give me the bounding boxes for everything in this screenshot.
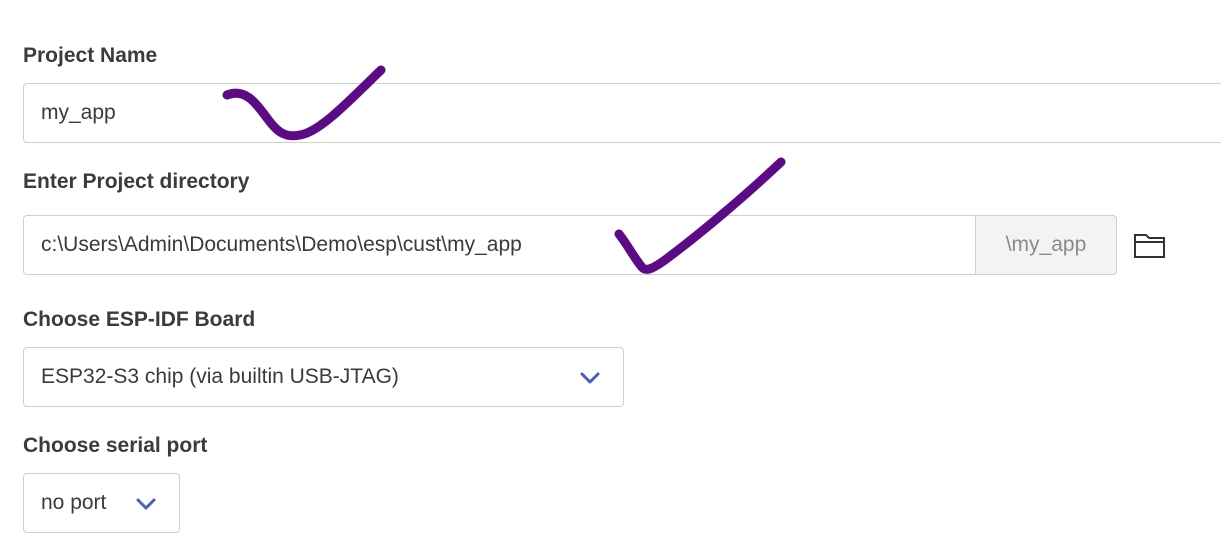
chevron-down-icon bbox=[136, 494, 156, 514]
project-name-value: my_app bbox=[41, 101, 116, 124]
folder-icon bbox=[1134, 234, 1165, 258]
board-selected-value: ESP32-S3 chip (via builtin USB-JTAG) bbox=[41, 365, 399, 388]
project-directory-suffix: \my_app bbox=[975, 215, 1117, 275]
serial-port-label: Choose serial port bbox=[23, 434, 208, 457]
project-name-label: Project Name bbox=[23, 44, 158, 67]
board-label: Choose ESP-IDF Board bbox=[23, 308, 256, 331]
project-directory-label: Enter Project directory bbox=[23, 170, 250, 193]
serial-port-selected-value: no port bbox=[41, 491, 107, 514]
project-directory-group: c:\Users\Admin\Documents\Demo\esp\cust\m… bbox=[23, 215, 1117, 275]
project-directory-value: c:\Users\Admin\Documents\Demo\esp\cust\m… bbox=[41, 233, 522, 256]
browse-folder-button[interactable] bbox=[1132, 228, 1168, 262]
serial-port-select[interactable]: no port bbox=[23, 473, 180, 533]
project-directory-input[interactable]: c:\Users\Admin\Documents\Demo\esp\cust\m… bbox=[23, 215, 975, 275]
chevron-down-icon bbox=[580, 368, 600, 388]
project-name-input[interactable]: my_app bbox=[23, 83, 1221, 143]
board-select[interactable]: ESP32-S3 chip (via builtin USB-JTAG) bbox=[23, 347, 624, 407]
